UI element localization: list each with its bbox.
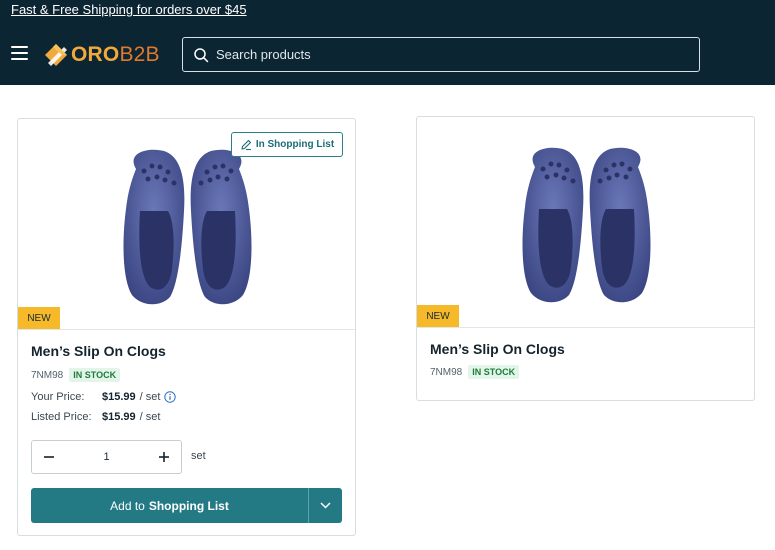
add-to-shopping-list-button-group: Add to Shopping List <box>31 488 342 523</box>
in-shopping-list-button[interactable]: In Shopping List <box>231 132 343 157</box>
your-price-row: Your Price: $15.99 / set <box>31 391 177 403</box>
plus-icon <box>159 452 169 462</box>
your-price-value: $15.99 <box>102 391 136 403</box>
logo-text: OROB2B <box>71 43 160 66</box>
in-shopping-list-label: In Shopping List <box>255 139 335 150</box>
search-input[interactable] <box>216 47 676 62</box>
pencil-icon <box>241 139 251 150</box>
stock-badge: IN STOCK <box>69 368 121 382</box>
sku: 7NM98 <box>31 369 64 381</box>
card-divider <box>18 329 355 330</box>
your-price-unit: / set <box>139 391 161 403</box>
add-label-prefix: Add to <box>110 498 145 513</box>
decrease-button[interactable] <box>42 450 56 464</box>
sku-row: 7NM98 IN STOCK <box>31 368 121 382</box>
logo-mark-icon <box>45 44 67 66</box>
stock-badge: IN STOCK <box>468 365 520 379</box>
minus-icon <box>44 456 54 458</box>
listed-price-unit: / set <box>139 411 161 423</box>
listed-price-label: Listed Price: <box>31 411 92 423</box>
listed-price-row: Listed Price: $15.99 / set <box>31 411 160 423</box>
card-divider <box>417 327 754 328</box>
increase-button[interactable] <box>157 450 171 464</box>
quantity-stepper <box>31 440 182 474</box>
add-to-shopping-list-button[interactable]: Add to Shopping List <box>31 488 309 523</box>
new-badge: NEW <box>18 307 60 329</box>
chevron-down-icon <box>320 502 331 509</box>
sku: 7NM98 <box>430 366 463 378</box>
search-box <box>182 37 700 72</box>
add-label-bold: Shopping List <box>148 498 229 513</box>
product-image[interactable] <box>417 117 754 327</box>
quantity-unit: set <box>191 450 206 462</box>
logo[interactable]: OROB2B <box>44 41 160 69</box>
info-icon[interactable] <box>164 391 177 403</box>
product-title[interactable]: Men’s Slip On Clogs <box>31 343 166 359</box>
product-card: In Shopping List NEW Men’s Slip On Clogs… <box>17 118 356 536</box>
search-icon[interactable] <box>193 47 209 63</box>
quantity-input[interactable] <box>76 451 137 463</box>
product-title[interactable]: Men’s Slip On Clogs <box>430 341 565 357</box>
new-badge: NEW <box>417 305 459 327</box>
product-card: NEW Men’s Slip On Clogs 7NM98 IN STOCK <box>416 116 755 401</box>
listed-price-value: $15.99 <box>102 411 136 423</box>
clogs-image <box>522 147 651 303</box>
your-price-label: Your Price: <box>31 391 85 403</box>
sku-row: 7NM98 IN STOCK <box>430 365 520 379</box>
hamburger-icon[interactable] <box>11 46 28 60</box>
site-header: Fast & Free Shipping for orders over $45… <box>0 0 775 85</box>
shopping-list-dropdown-toggle[interactable] <box>309 488 342 523</box>
promo-link[interactable]: Fast & Free Shipping for orders over $45 <box>11 2 247 17</box>
